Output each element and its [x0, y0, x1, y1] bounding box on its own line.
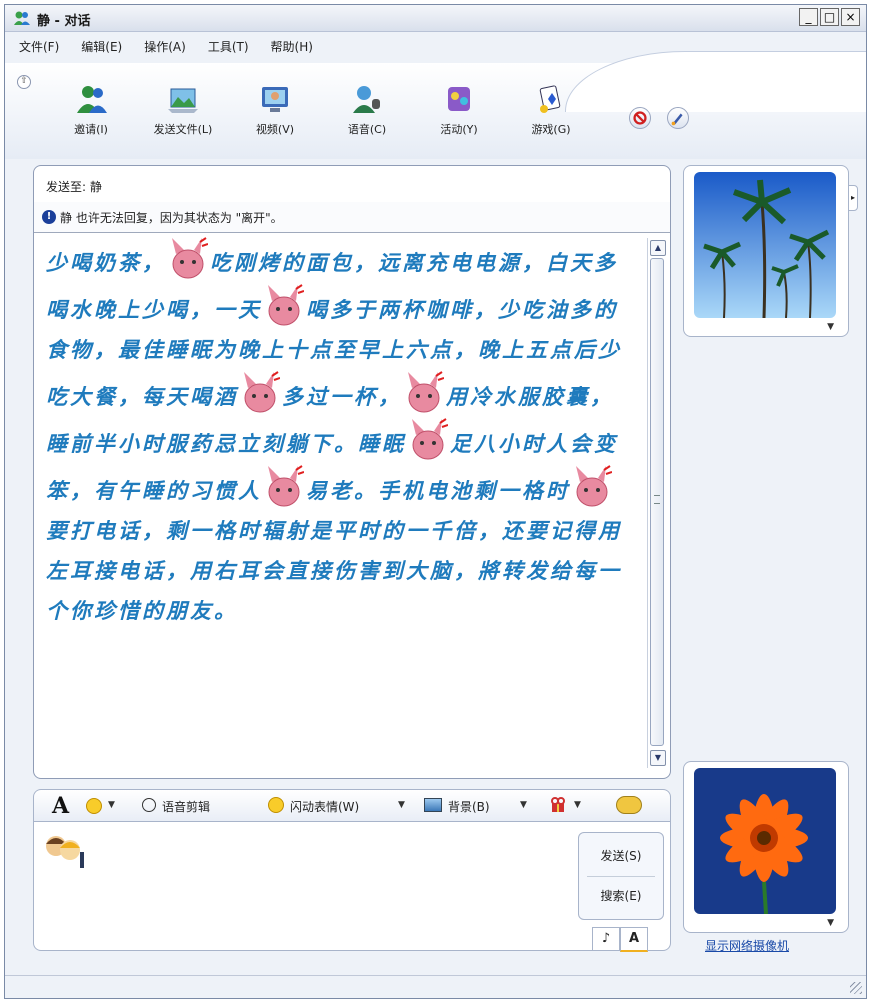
menu-tools[interactable]: 工具(T) [204, 37, 253, 56]
recipient-row: 发送至: 静 [34, 166, 670, 203]
rabbit-emoticon-icon [576, 465, 612, 507]
activities-button[interactable]: 活动(Y) [413, 83, 505, 137]
menu-bar: 文件(F) 编辑(E) 操作(A) 工具(T) 帮助(H) [15, 37, 317, 56]
scroll-thumb[interactable] [650, 258, 664, 746]
background-icon [424, 798, 442, 812]
tab-handwriting[interactable]: ♪ [592, 927, 620, 950]
maximize-button[interactable]: □ [820, 8, 839, 26]
send-file-icon [168, 88, 198, 113]
send-divider [587, 876, 655, 877]
conversation-panel: 发送至: 静 ! 静 也许无法回复，因为其状态为 "离开"。 少喝奶茶， 吃刚烤的… [33, 165, 671, 779]
emoticon-icon[interactable] [86, 798, 102, 814]
send-button-group: 发送(S) 搜索(E) [578, 832, 664, 920]
history-scrollbar[interactable]: ▲ ▼ [647, 238, 666, 768]
theme-paint-icon[interactable] [667, 107, 689, 129]
menu-actions[interactable]: 操作(A) [140, 37, 190, 56]
status-notice-text: 静 也许无法回复，因为其状态为 "离开"。 [60, 211, 283, 225]
toolbar-tab-curve [565, 51, 866, 112]
nudge-icon[interactable] [616, 796, 642, 814]
contact-display-picture[interactable]: ▼ [683, 165, 849, 337]
send-file-label: 发送文件(L) [153, 123, 213, 136]
menu-help[interactable]: 帮助(H) [267, 37, 317, 56]
scroll-grip-icon [654, 495, 660, 504]
message-history: 少喝奶茶， 吃刚烤的面包，远离充电电源，白天多喝水晚上少喝，一天 喝多于两杯咖啡，少… [46, 236, 634, 766]
resize-grip-icon[interactable] [850, 982, 862, 994]
title-bar: 静 - 对话 _ □ × [5, 5, 866, 32]
gift-icon[interactable] [550, 797, 566, 813]
invite-label: 邀请(I) [74, 123, 108, 136]
rabbit-emoticon-icon [408, 371, 444, 413]
games-icon [539, 85, 561, 113]
video-icon [262, 87, 288, 112]
webcam-link[interactable]: 显示网络摄像机 [705, 937, 789, 954]
message-text: 易老。手机电池剩一格时 [306, 479, 570, 503]
rabbit-emoticon-icon [244, 371, 280, 413]
rabbit-emoticon-icon [268, 284, 304, 326]
recipient-label: 发送至: 静 [46, 180, 102, 194]
voice-icon [353, 86, 380, 113]
message-text: 少喝奶茶， [46, 251, 166, 275]
send-file-button[interactable]: 发送文件(L) [137, 83, 229, 137]
minimize-button[interactable]: _ [799, 8, 818, 26]
invite-button[interactable]: 邀请(I) [45, 83, 137, 137]
user-status-avatar-icon [46, 836, 84, 868]
chevron-down-icon[interactable]: ▼ [574, 800, 581, 810]
collapse-toolbar-button[interactable]: ⇧ [17, 75, 31, 89]
background-button[interactable]: 背景(B) [448, 798, 490, 815]
wink-icon [268, 797, 284, 813]
block-icon[interactable] [629, 107, 651, 129]
send-button[interactable]: 发送(S) [583, 839, 659, 873]
rabbit-emoticon-icon [172, 237, 208, 279]
font-button[interactable]: A [52, 793, 69, 819]
collapse-side-panel-icon[interactable]: ▸ [848, 185, 858, 211]
video-button[interactable]: 视频(V) [229, 83, 321, 137]
status-bar [5, 975, 866, 998]
voice-button[interactable]: 语音(C) [321, 83, 413, 137]
format-toolbar: A ▼ 语音剪辑 闪动表情(W) ▼ 背景(B) ▼ ▼ [33, 789, 671, 822]
status-notice-bar: ! 静 也许无法回复，因为其状态为 "离开"。 [34, 202, 670, 233]
activities-icon [448, 87, 470, 111]
chevron-down-icon[interactable]: ▼ [520, 800, 527, 810]
video-label: 视频(V) [255, 123, 295, 136]
window-title: 静 - 对话 [37, 14, 91, 29]
window-controls: _ □ × [799, 8, 860, 26]
my-display-picture[interactable]: ▼ [683, 761, 849, 933]
menu-file[interactable]: 文件(F) [15, 37, 63, 56]
search-button[interactable]: 搜索(E) [583, 879, 659, 913]
conversation-window: 静 - 对话 _ □ × 文件(F) 编辑(E) 操作(A) 工具(T) 帮助(… [4, 4, 867, 999]
toolbar: 邀请(I) 发送文件(L) 视频(V) 语音(C) 活动(Y) 游戏(G) [45, 83, 597, 137]
wink-button[interactable]: 闪动表情(W) [290, 798, 359, 815]
input-mode-tabs: ♪ A [592, 927, 648, 952]
message-text: 要打电话，剩一格时辐射是平时的一千倍，还要记得用左耳接电话，用右耳会直接伤害到大… [46, 519, 622, 623]
chevron-down-icon[interactable]: ▼ [827, 322, 834, 332]
scroll-down-icon[interactable]: ▼ [650, 750, 666, 766]
message-text: 多过一杯， [282, 385, 402, 409]
rabbit-emoticon-icon [412, 418, 448, 460]
voice-clip-button[interactable]: 语音剪辑 [162, 798, 210, 815]
chevron-down-icon[interactable]: ▼ [827, 918, 834, 928]
games-label: 游戏(G) [531, 123, 571, 136]
invite-contact-icon [77, 86, 107, 113]
chevron-down-icon[interactable]: ▼ [108, 800, 115, 810]
voice-label: 语音(C) [347, 123, 387, 136]
scroll-up-icon[interactable]: ▲ [650, 240, 666, 256]
msn-buddy-icon [14, 11, 30, 25]
chevron-down-icon[interactable]: ▼ [398, 800, 405, 810]
close-button[interactable]: × [841, 8, 860, 26]
voice-clip-icon [142, 798, 156, 812]
palm-trees-picture [694, 172, 836, 318]
info-icon: ! [42, 210, 56, 224]
menu-edit[interactable]: 编辑(E) [77, 37, 126, 56]
tab-text[interactable]: A [620, 927, 648, 952]
message-input-panel[interactable]: 发送(S) 搜索(E) ♪ A [33, 821, 671, 952]
activities-label: 活动(Y) [440, 123, 478, 136]
orange-flower-picture [694, 768, 836, 914]
rabbit-emoticon-icon [268, 465, 304, 507]
